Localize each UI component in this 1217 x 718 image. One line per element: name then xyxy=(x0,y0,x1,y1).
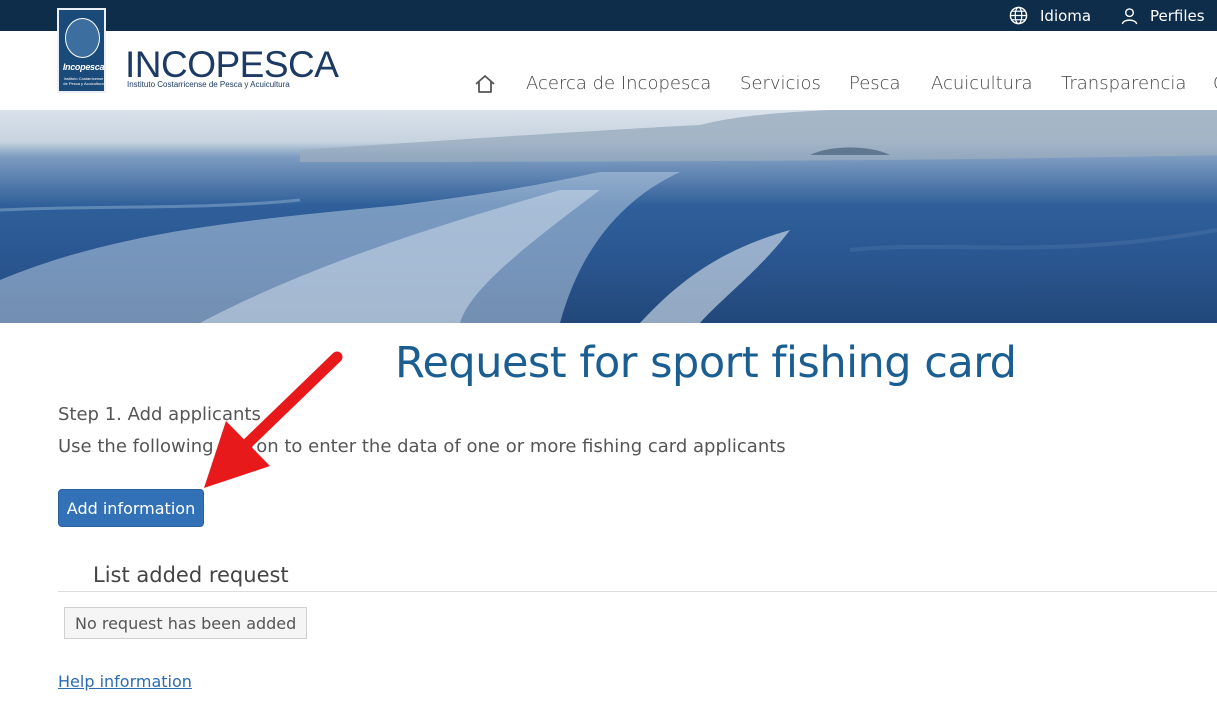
list-divider xyxy=(58,591,1217,592)
nav-item-aquaculture[interactable]: Acuicultura xyxy=(931,73,1033,94)
nav-item-transparency[interactable]: Transparencia xyxy=(1061,73,1186,94)
nav-item-fishing[interactable]: Pesca xyxy=(849,73,901,94)
instructions-text: Use the following button to enter the da… xyxy=(58,436,786,457)
nav-item-services[interactable]: Servicios xyxy=(740,73,821,94)
incopesca-logo[interactable]: Incopesca Instituto Costarricense de Pes… xyxy=(57,8,106,93)
globe-icon xyxy=(1009,6,1028,25)
nav-item-truncated[interactable]: C xyxy=(1213,73,1217,94)
logo-subtext: Instituto Costarricense de Pesca y Acuic… xyxy=(63,76,104,86)
nav-item-about[interactable]: Acerca de Incopesca xyxy=(526,73,711,94)
home-icon[interactable] xyxy=(473,73,497,100)
step-label: Step 1. Add applicants xyxy=(58,404,261,425)
language-selector[interactable]: Idioma xyxy=(1009,0,1091,31)
help-information-link[interactable]: Help information xyxy=(58,672,192,691)
hero-ocean-banner xyxy=(0,110,1217,323)
page-title: Request for sport fishing card xyxy=(395,338,1017,388)
wordmark-tagline: Instituto Costarricense de Pesca y Acuic… xyxy=(127,80,290,89)
user-icon xyxy=(1121,7,1138,24)
profiles-label: Perfiles xyxy=(1150,6,1205,25)
profiles-selector[interactable]: Perfiles xyxy=(1121,0,1205,31)
list-title: List added request xyxy=(93,563,289,587)
logo-brand-text: Incopesca xyxy=(62,62,105,72)
add-information-button[interactable]: Add information xyxy=(58,489,204,527)
fish-emblem-icon xyxy=(65,18,100,58)
top-utility-bar: Idioma Perfiles xyxy=(0,0,1217,31)
empty-list-message: No request has been added xyxy=(64,607,308,639)
language-label: Idioma xyxy=(1040,6,1092,25)
site-header: Incopesca Instituto Costarricense de Pes… xyxy=(0,8,1217,110)
